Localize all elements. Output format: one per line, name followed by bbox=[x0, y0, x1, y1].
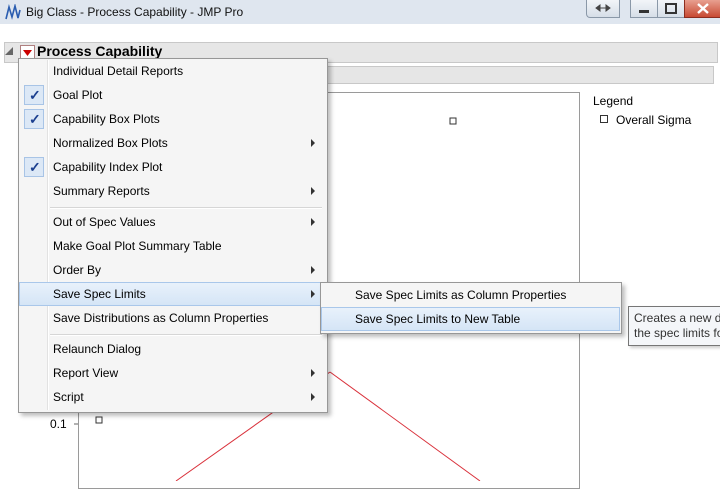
menu-item-label: Order By bbox=[53, 263, 102, 277]
menu-item-tooltip: Creates a new da the spec limits fo bbox=[628, 306, 720, 346]
menu-item-out-of-spec-values[interactable]: Out of Spec Values bbox=[20, 211, 325, 233]
submenu-arrow-icon bbox=[311, 393, 315, 401]
data-point-marker bbox=[449, 117, 457, 125]
menu-item-label: Report View bbox=[53, 366, 119, 380]
menu-item-save-spec-limits-new-table[interactable]: Save Spec Limits to New Table bbox=[321, 307, 620, 331]
menu-item-script[interactable]: Script bbox=[20, 386, 325, 408]
menu-item-capability-index-plot[interactable]: ✓ Capability Index Plot bbox=[20, 156, 325, 178]
menu-item-label: Script bbox=[53, 390, 84, 404]
tooltip-line: the spec limits fo bbox=[634, 326, 720, 340]
menu-item-label: Save Spec Limits as Column Properties bbox=[355, 288, 567, 302]
menu-item-save-spec-limits[interactable]: Save Spec Limits bbox=[19, 282, 326, 306]
legend-marker-icon bbox=[600, 115, 608, 123]
submenu-arrow-icon bbox=[311, 266, 315, 274]
menu-item-label: Capability Box Plots bbox=[53, 112, 160, 126]
menu-item-label: Make Goal Plot Summary Table bbox=[53, 239, 222, 253]
capability-boundary-line bbox=[329, 371, 481, 481]
submenu-arrow-icon bbox=[311, 139, 315, 147]
submenu-arrow-icon bbox=[311, 187, 315, 195]
y-axis-tick-label: 0.1 bbox=[50, 417, 67, 431]
menu-item-label: Relaunch Dialog bbox=[53, 342, 142, 356]
menu-item-label: Individual Detail Reports bbox=[53, 64, 184, 78]
process-capability-context-menu: Individual Detail Reports ✓ Goal Plot ✓ … bbox=[18, 58, 328, 413]
checkmark-icon: ✓ bbox=[24, 109, 44, 129]
menu-item-summary-reports[interactable]: Summary Reports bbox=[20, 180, 325, 202]
menu-item-label: Normalized Box Plots bbox=[53, 136, 168, 150]
menu-item-relaunch-dialog[interactable]: Relaunch Dialog bbox=[20, 338, 325, 360]
menu-item-capability-box-plots[interactable]: ✓ Capability Box Plots bbox=[20, 108, 325, 130]
tooltip-line: Creates a new da bbox=[634, 311, 720, 325]
menu-item-order-by[interactable]: Order By bbox=[20, 259, 325, 281]
menu-item-label: Save Spec Limits to New Table bbox=[355, 312, 521, 326]
menu-item-goal-plot[interactable]: ✓ Goal Plot bbox=[20, 84, 325, 106]
legend-title: Legend bbox=[593, 94, 634, 108]
menu-separator bbox=[50, 207, 322, 209]
menu-item-label: Summary Reports bbox=[53, 184, 150, 198]
menu-item-save-spec-limits-column-properties[interactable]: Save Spec Limits as Column Properties bbox=[322, 284, 619, 306]
menu-item-report-view[interactable]: Report View bbox=[20, 362, 325, 384]
menu-item-label: Capability Index Plot bbox=[53, 160, 163, 174]
menu-item-label: Save Spec Limits bbox=[53, 287, 146, 301]
menu-item-label: Save Distributions as Column Properties bbox=[53, 311, 269, 325]
legend-item-overall-sigma[interactable]: Overall Sigma bbox=[616, 113, 691, 127]
submenu-arrow-icon bbox=[311, 218, 315, 226]
submenu-arrow-icon bbox=[311, 369, 315, 377]
menu-item-label: Out of Spec Values bbox=[53, 215, 156, 229]
menu-item-save-distributions[interactable]: Save Distributions as Column Properties bbox=[20, 307, 325, 329]
submenu-arrow-icon bbox=[311, 290, 315, 298]
menu-item-label: Goal Plot bbox=[53, 88, 103, 102]
data-point-marker bbox=[95, 416, 103, 424]
save-spec-limits-submenu: Save Spec Limits as Column Properties Sa… bbox=[320, 282, 622, 334]
checkmark-icon: ✓ bbox=[24, 85, 44, 105]
checkmark-icon: ✓ bbox=[24, 157, 44, 177]
menu-item-normalized-box-plots[interactable]: Normalized Box Plots bbox=[20, 132, 325, 154]
menu-item-make-goal-plot-summary-table[interactable]: Make Goal Plot Summary Table bbox=[20, 235, 325, 257]
menu-item-individual-detail-reports[interactable]: Individual Detail Reports bbox=[20, 60, 325, 82]
menu-separator bbox=[50, 334, 322, 336]
